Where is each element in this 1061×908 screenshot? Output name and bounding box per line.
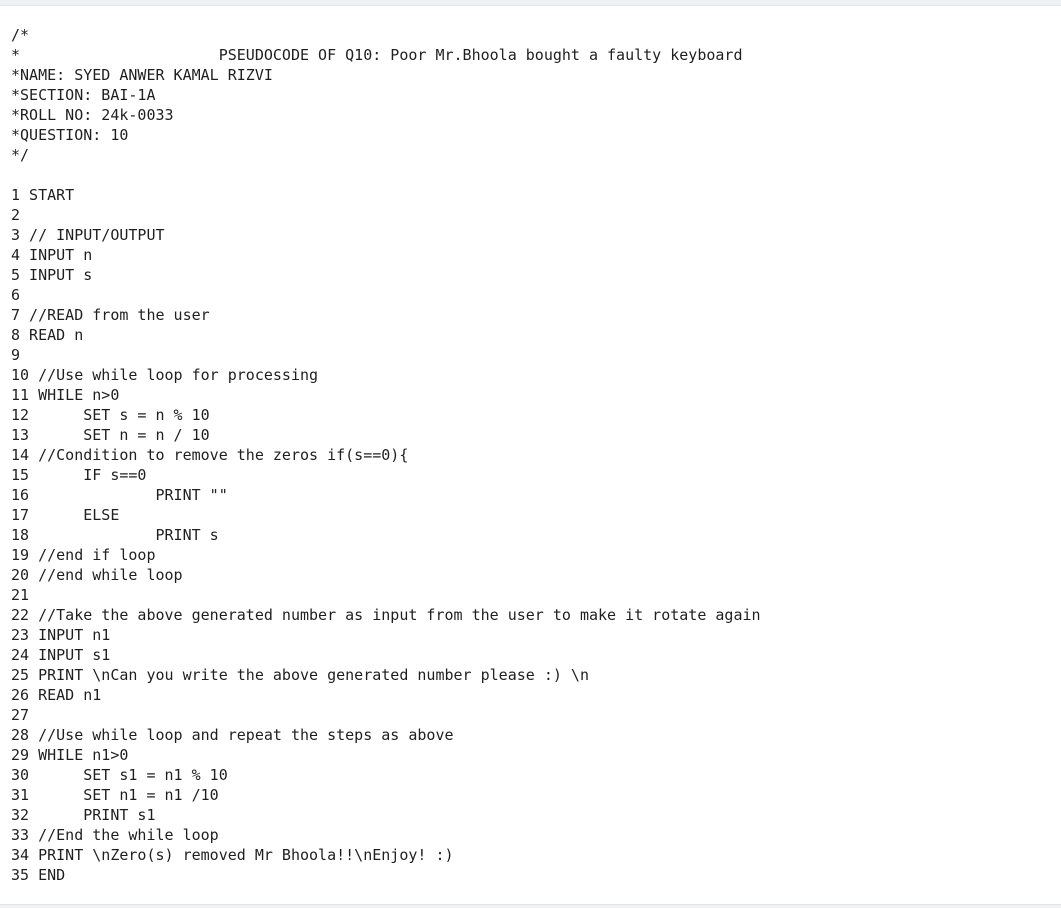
code-line: *SECTION: BAI-1A — [11, 86, 156, 104]
code-line: 27 — [11, 706, 30, 724]
code-line: 16 PRINT "" — [11, 486, 228, 504]
text-file-viewer: /* * PSEUDOCODE OF Q10: Poor Mr.Bhoola bo… — [0, 0, 1061, 908]
code-line: 17 ELSE — [11, 506, 120, 524]
code-line: 1 START — [11, 186, 75, 204]
code-line: *QUESTION: 10 — [11, 126, 129, 144]
code-line: 11 WHILE n>0 — [11, 386, 120, 404]
code-line: 18 PRINT s — [11, 526, 219, 544]
code-line: *ROLL NO: 24k-0033 — [11, 106, 174, 124]
code-line: 3 // INPUT/OUTPUT — [11, 226, 165, 244]
code-line: 30 SET s1 = n1 % 10 — [11, 766, 228, 784]
code-line: 19 //end if loop — [11, 546, 156, 564]
code-line: 26 READ n1 — [11, 686, 102, 704]
top-divider — [0, 0, 1061, 6]
code-line: 33 //End the while loop — [11, 826, 219, 844]
code-line: 15 IF s==0 — [11, 466, 147, 484]
code-line: 6 — [11, 286, 21, 304]
code-line: 22 //Take the above generated number as … — [11, 606, 761, 624]
code-line: 20 //end while loop — [11, 566, 183, 584]
bottom-divider — [0, 904, 1061, 908]
code-line: 23 INPUT n1 — [11, 626, 111, 644]
code-line: 29 WHILE n1>0 — [11, 746, 129, 764]
code-line: 32 PRINT s1 — [11, 806, 156, 824]
code-line: 21 — [11, 586, 30, 604]
code-line: 10 //Use while loop for processing — [11, 366, 319, 384]
code-line: 31 SET n1 = n1 /10 — [11, 786, 219, 804]
code-line: 12 SET s = n % 10 — [11, 406, 210, 424]
code-line: */ — [11, 146, 30, 164]
code-line: 34 PRINT \nZero(s) removed Mr Bhoola!!\n… — [11, 846, 454, 864]
code-line: 5 INPUT s — [11, 266, 93, 284]
code-line: 9 — [11, 346, 21, 364]
code-line: /* — [11, 26, 30, 44]
code-line: 8 READ n — [11, 326, 84, 344]
code-line: 25 PRINT \nCan you write the above gener… — [11, 666, 589, 684]
code-line: 2 — [11, 206, 21, 224]
code-line: *NAME: SYED ANWER KAMAL RIZVI — [11, 66, 273, 84]
code-line: 13 SET n = n / 10 — [11, 426, 210, 444]
code-line: 24 INPUT s1 — [11, 646, 111, 664]
code-line: 35 END — [11, 866, 66, 884]
code-line: 7 //READ from the user — [11, 306, 210, 324]
code-line: 28 //Use while loop and repeat the steps… — [11, 726, 454, 744]
code-line: 14 //Condition to remove the zeros if(s=… — [11, 446, 409, 464]
code-line: 4 INPUT n — [11, 246, 93, 264]
code-line: * PSEUDOCODE OF Q10: Poor Mr.Bhoola boug… — [11, 46, 743, 64]
pseudocode-text[interactable]: /* * PSEUDOCODE OF Q10: Poor Mr.Bhoola bo… — [11, 25, 761, 885]
